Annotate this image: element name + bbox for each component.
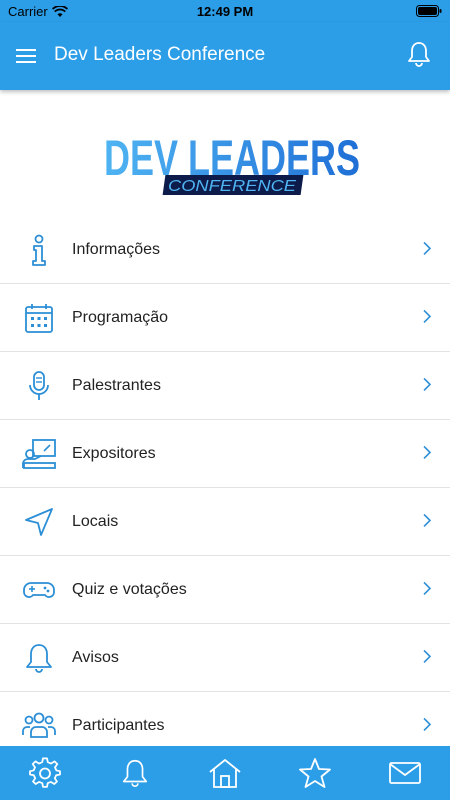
- chevron-right-icon: [423, 377, 432, 391]
- nav-notifications-button[interactable]: [117, 755, 153, 791]
- menu-item-programacao[interactable]: Programação: [0, 284, 450, 352]
- status-time: 12:49 PM: [196, 4, 254, 19]
- nav-settings-button[interactable]: [27, 755, 63, 791]
- chevron-right-icon: [423, 241, 432, 255]
- calendar-icon: [25, 303, 53, 333]
- nav-messages-button[interactable]: [387, 755, 423, 791]
- chevron-right-icon: [423, 309, 432, 323]
- menu-item-label: Quiz e votações: [72, 580, 187, 598]
- dev-leaders-logo: DEV LEADERS CONFERENCE: [104, 130, 360, 195]
- microphone-icon: [29, 370, 49, 400]
- menu-list: Informações Programação Palestrantes Exp…: [0, 216, 450, 760]
- app-title: Dev Leaders Conference: [54, 44, 266, 65]
- info-icon: [32, 234, 46, 266]
- bell-icon: [122, 759, 148, 787]
- chevron-right-icon: [423, 581, 432, 595]
- menu-item-label: Informações: [72, 240, 161, 258]
- app-header: Dev Leaders Conference: [0, 22, 450, 90]
- nav-home-button[interactable]: [207, 755, 243, 791]
- chevron-right-icon: [423, 513, 432, 527]
- notifications-bell-icon[interactable]: [406, 40, 432, 68]
- menu-item-expositores[interactable]: Expositores: [0, 420, 450, 488]
- bottom-navigation: [0, 746, 450, 800]
- menu-item-label: Locais: [72, 512, 119, 530]
- menu-item-label: Participantes: [72, 716, 165, 734]
- people-icon: [22, 712, 56, 738]
- menu-item-avisos[interactable]: Avisos: [0, 624, 450, 692]
- chevron-right-icon: [423, 649, 432, 663]
- chevron-right-icon: [423, 445, 432, 459]
- logo-sub-text: CONFERENCE: [168, 178, 296, 195]
- battery-icon: [416, 5, 442, 17]
- chevron-right-icon: [423, 717, 432, 731]
- gear-icon: [29, 757, 61, 788]
- menu-item-label: Avisos: [72, 648, 119, 666]
- nav-favorites-button[interactable]: [297, 755, 333, 791]
- location-arrow-icon: [25, 507, 53, 536]
- menu-item-label: Expositores: [72, 444, 156, 462]
- status-bar: Carrier 12:49 PM: [0, 0, 450, 22]
- hamburger-menu-icon[interactable]: [14, 44, 38, 68]
- menu-item-quiz[interactable]: Quiz e votações: [0, 556, 450, 624]
- gamepad-icon: [23, 581, 55, 598]
- menu-item-locais[interactable]: Locais: [0, 488, 450, 556]
- bell-icon: [26, 643, 52, 673]
- mail-icon: [389, 762, 421, 784]
- menu-item-label: Palestrantes: [72, 376, 161, 394]
- menu-item-informacoes[interactable]: Informações: [0, 216, 450, 284]
- home-icon: [209, 759, 241, 788]
- star-icon: [299, 758, 331, 788]
- menu-item-palestrantes[interactable]: Palestrantes: [0, 352, 450, 420]
- menu-item-label: Programação: [72, 308, 169, 326]
- presenter-icon: [22, 438, 56, 469]
